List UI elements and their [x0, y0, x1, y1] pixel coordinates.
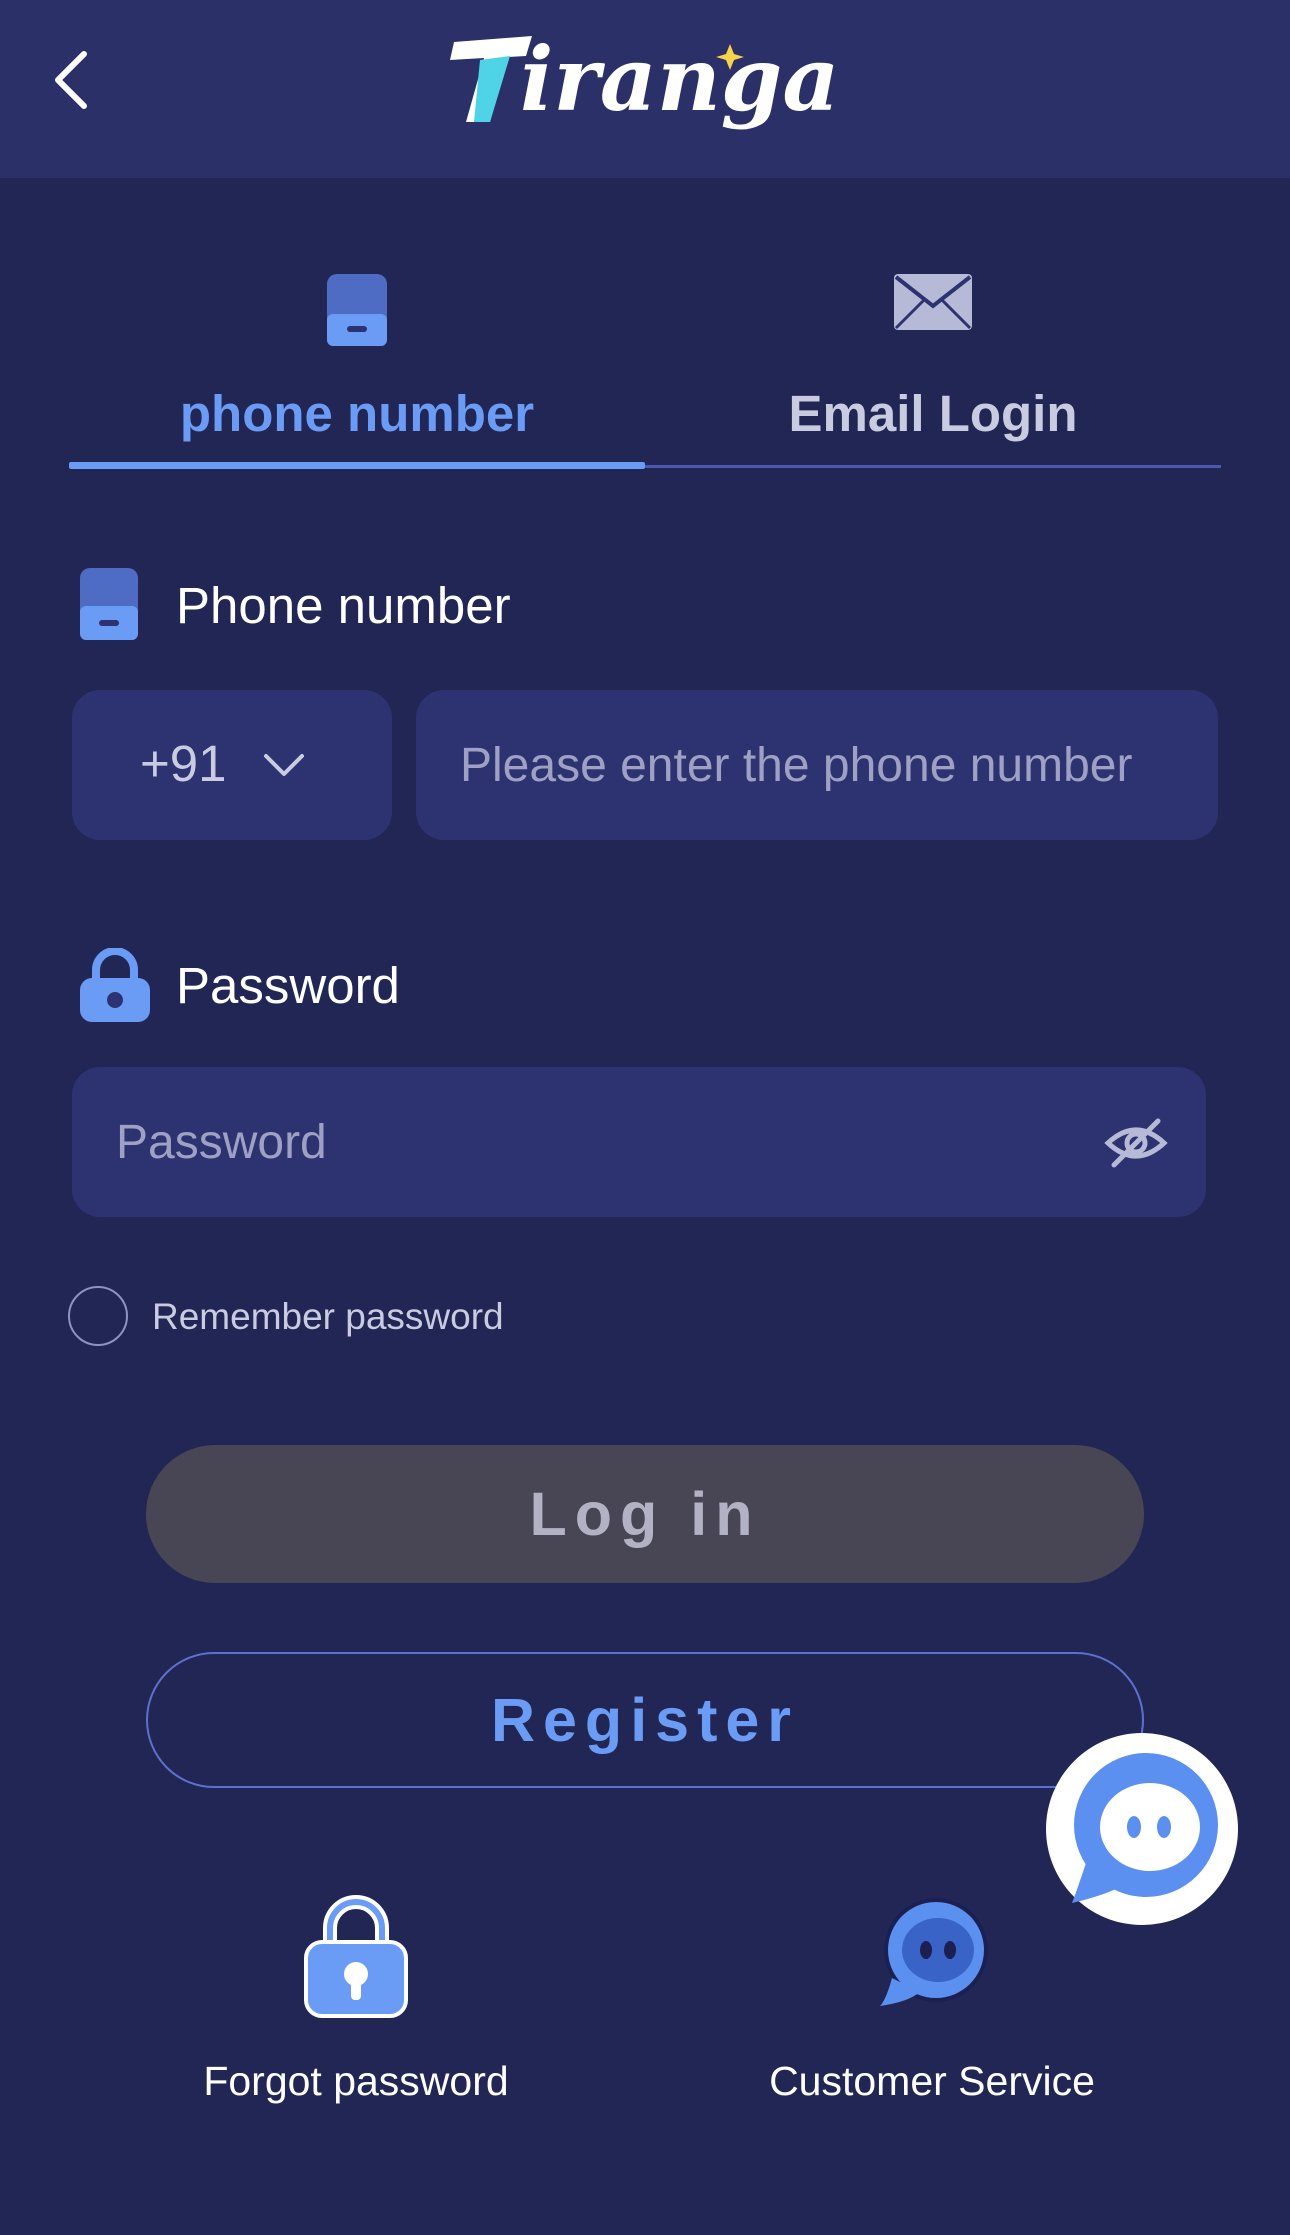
svg-text:iranga: iranga — [520, 27, 839, 131]
chevron-left-icon — [55, 51, 87, 109]
lock-icon — [80, 948, 150, 1022]
tab-active-indicator — [69, 462, 645, 469]
back-button[interactable] — [44, 44, 100, 116]
phone-icon — [80, 568, 138, 640]
tab-email-login[interactable]: Email Login — [645, 262, 1221, 468]
password-input[interactable] — [72, 1067, 1206, 1217]
register-button[interactable]: Register — [146, 1652, 1144, 1788]
country-code-value: +91 — [140, 735, 227, 792]
chevron-down-icon — [264, 754, 304, 776]
envelope-icon — [894, 274, 972, 330]
forgot-password-link[interactable]: Forgot password — [106, 1894, 606, 2114]
country-code-select[interactable]: +91 — [72, 690, 392, 840]
remember-password-label[interactable]: Remember password — [152, 1296, 504, 1338]
tab-phone-number[interactable]: phone number — [69, 262, 645, 468]
tab-label: Email Login — [788, 385, 1078, 442]
customer-service-link[interactable]: Customer Service — [682, 1894, 1182, 2114]
login-button[interactable]: Log in — [146, 1445, 1144, 1583]
lock-icon — [304, 1895, 408, 2018]
tab-label: phone number — [179, 385, 535, 442]
password-visibility-toggle[interactable] — [1104, 1111, 1168, 1175]
chat-bot-icon — [880, 1898, 988, 2006]
header-bar: iranga — [0, 0, 1290, 178]
phone-icon — [327, 274, 387, 346]
phone-input-box — [416, 690, 1218, 840]
phone-label-text: Phone number — [176, 577, 511, 634]
customer-service-label: Customer Service — [769, 2058, 1095, 2104]
app-logo: iranga — [440, 22, 860, 134]
login-page: iranga phone number Email Login Phone nu… — [0, 0, 1290, 2235]
password-label-text: Password — [176, 957, 400, 1014]
remember-password-checkbox[interactable] — [68, 1286, 128, 1346]
password-input-box — [72, 1067, 1206, 1217]
forgot-password-label: Forgot password — [203, 2058, 509, 2104]
eye-off-icon — [1104, 1118, 1168, 1168]
phone-number-input[interactable] — [416, 690, 1218, 840]
